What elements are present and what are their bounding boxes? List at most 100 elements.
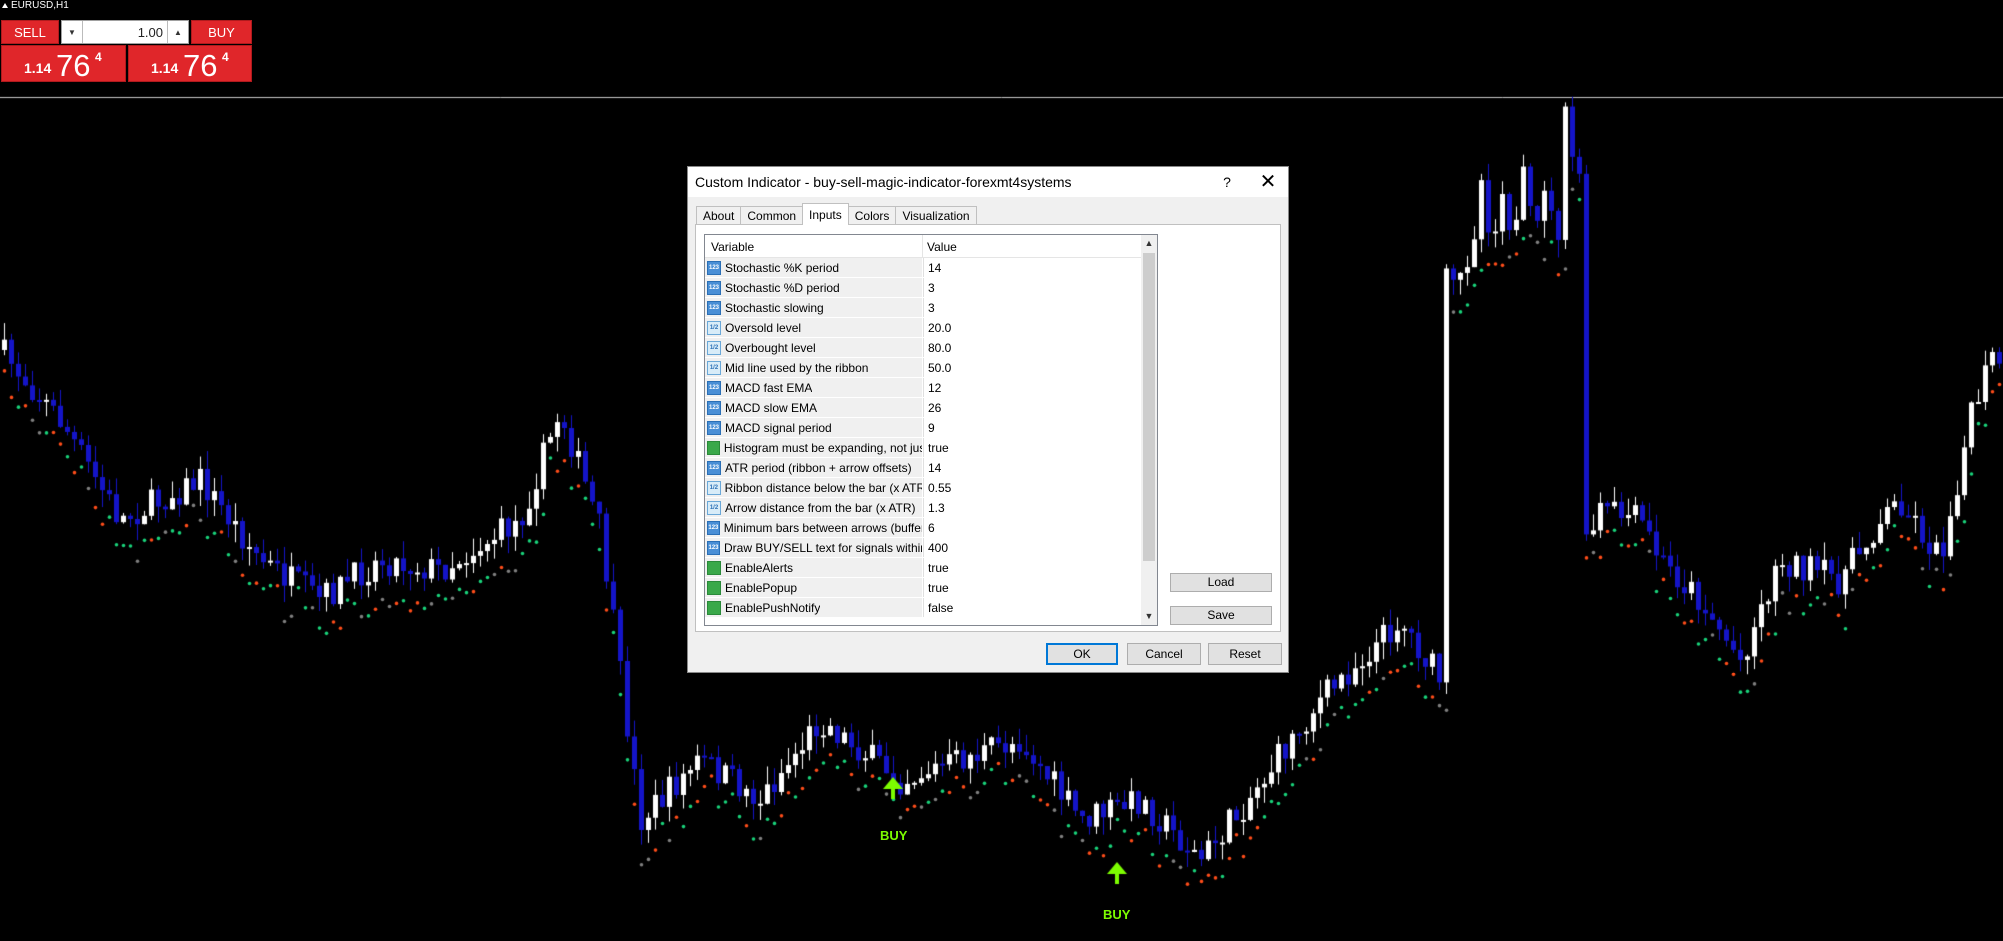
variable-cell[interactable]: EnablePopup	[705, 578, 922, 597]
variable-name: ATR period (ribbon + arrow offsets)	[725, 460, 912, 475]
bool-type-icon	[707, 580, 721, 595]
dialog-titlebar[interactable]: Custom Indicator - buy-sell-magic-indica…	[688, 167, 1288, 197]
value-cell[interactable]: 0.55	[923, 478, 1141, 497]
value-cell[interactable]: 400	[923, 538, 1141, 557]
buy-price-prefix: 1.14	[151, 60, 179, 76]
table-row[interactable]: 123 ATR period (ribbon + arrow offsets) 14	[705, 458, 1141, 478]
value-cell[interactable]: 3	[923, 278, 1141, 297]
table-row[interactable]: 1/2 Arrow distance from the bar (x ATR) 1.…	[705, 498, 1141, 518]
variable-name: EnablePushNotify	[725, 600, 821, 615]
variable-cell[interactable]: 1/2 Mid line used by the ribbon	[705, 358, 922, 377]
value-cell[interactable]: 80.0	[923, 338, 1141, 357]
grid-header: Variable Value	[705, 235, 1141, 258]
table-row[interactable]: Histogram must be expanding, not just ..…	[705, 438, 1141, 458]
variable-cell[interactable]: 123 ATR period (ribbon + arrow offsets)	[705, 458, 922, 477]
variable-name: Overbought level	[725, 340, 816, 355]
bool-type-icon	[707, 600, 721, 615]
value-cell[interactable]: 14	[923, 458, 1141, 477]
sell-button[interactable]: SELL	[1, 20, 59, 44]
variable-cell[interactable]: Histogram must be expanding, not just ..…	[705, 438, 922, 457]
value-cell[interactable]: 1.3	[923, 498, 1141, 517]
table-row[interactable]: 123 Stochastic %D period 3	[705, 278, 1141, 298]
scroll-up-icon[interactable]: ▲	[1141, 235, 1157, 252]
variable-cell[interactable]: 1/2 Oversold level	[705, 318, 922, 337]
reset-button[interactable]: Reset	[1208, 643, 1282, 665]
table-row[interactable]: 123Minimum bars between arrows (buffer-s…	[705, 518, 1141, 538]
value-cell[interactable]: false	[923, 598, 1141, 617]
double-type-icon: 1/2	[707, 360, 721, 375]
variable-cell[interactable]: 1/2 Ribbon distance below the bar (x ATR)	[705, 478, 922, 497]
ok-button[interactable]: OK	[1046, 643, 1118, 665]
tab-about[interactable]: About	[696, 206, 742, 225]
variable-cell[interactable]: 1/2 Arrow distance from the bar (x ATR)	[705, 498, 922, 517]
variable-name: MACD slow EMA	[725, 400, 818, 415]
table-row[interactable]: 1/2 Oversold level 20.0	[705, 318, 1141, 338]
save-button[interactable]: Save	[1170, 606, 1272, 625]
variable-cell[interactable]: EnablePushNotify	[705, 598, 922, 617]
value-cell[interactable]: 9	[923, 418, 1141, 437]
help-button[interactable]: ?	[1217, 172, 1237, 192]
table-row[interactable]: EnableAlerts true	[705, 558, 1141, 578]
custom-indicator-dialog: Custom Indicator - buy-sell-magic-indica…	[687, 166, 1289, 673]
variable-cell[interactable]: 123 Stochastic %K period	[705, 258, 922, 277]
tab-strip: About Common Inputs Colors Visualization	[696, 203, 977, 225]
value-cell[interactable]: true	[923, 578, 1141, 597]
value-cell[interactable]: 6	[923, 518, 1141, 537]
value-cell[interactable]: 50.0	[923, 358, 1141, 377]
sell-price-box[interactable]: 1.14 76 4	[1, 45, 126, 83]
value-cell[interactable]: 12	[923, 378, 1141, 397]
table-row[interactable]: EnablePopup true	[705, 578, 1141, 598]
scroll-thumb[interactable]	[1143, 253, 1155, 561]
tab-visualization[interactable]: Visualization	[895, 206, 977, 225]
value-cell[interactable]: 26	[923, 398, 1141, 417]
variable-cell[interactable]: EnableAlerts	[705, 558, 922, 577]
variable-cell[interactable]: 123 Stochastic slowing	[705, 298, 922, 317]
tab-common[interactable]: Common	[740, 206, 804, 225]
lot-size-stepper[interactable]: ▼ 1.00 ▲	[61, 20, 189, 44]
value-cell[interactable]: 20.0	[923, 318, 1141, 337]
table-row[interactable]: 123 MACD signal period 9	[705, 418, 1141, 438]
variable-cell[interactable]: 123Minimum bars between arrows (buffer-s…	[705, 518, 922, 537]
vertical-scrollbar[interactable]: ▲ ▼	[1141, 235, 1157, 625]
close-icon[interactable]: ✕	[1256, 170, 1280, 194]
int-type-icon: 123	[707, 540, 720, 555]
variable-name: Mid line used by the ribbon	[725, 360, 869, 375]
variable-cell[interactable]: 123 Stochastic %D period	[705, 278, 922, 297]
variable-cell[interactable]: 123 MACD slow EMA	[705, 398, 922, 417]
lot-decrease-icon[interactable]: ▼	[62, 21, 83, 43]
variable-name: Stochastic %K period	[725, 260, 840, 275]
buy-price-box[interactable]: 1.14 76 4	[128, 45, 252, 83]
table-row[interactable]: 1/2 Ribbon distance below the bar (x ATR)…	[705, 478, 1141, 498]
table-row[interactable]: 123 Stochastic slowing 3	[705, 298, 1141, 318]
table-row[interactable]: 1/2 Overbought level 80.0	[705, 338, 1141, 358]
table-row[interactable]: 123 Stochastic %K period 14	[705, 258, 1141, 278]
scroll-down-icon[interactable]: ▼	[1141, 608, 1157, 625]
variable-cell[interactable]: 123 Draw BUY/SELL text for signals within…	[705, 538, 922, 557]
buy-price-fraction: 4	[222, 50, 229, 64]
grid-rows: 123 Stochastic %K period 14 123 Stochastic %…	[705, 258, 1141, 618]
lot-increase-icon[interactable]: ▲	[167, 21, 188, 43]
table-row[interactable]: 123 Draw BUY/SELL text for signals within…	[705, 538, 1141, 558]
value-cell[interactable]: 14	[923, 258, 1141, 277]
value-cell[interactable]: 3	[923, 298, 1141, 317]
table-row[interactable]: 123 MACD fast EMA 12	[705, 378, 1141, 398]
variable-cell[interactable]: 123 MACD signal period	[705, 418, 922, 437]
buy-button[interactable]: BUY	[191, 20, 252, 44]
column-header-value[interactable]: Value	[927, 240, 957, 254]
tab-colors[interactable]: Colors	[847, 206, 897, 225]
variable-cell[interactable]: 1/2 Overbought level	[705, 338, 922, 357]
sell-price-pips: 76	[56, 48, 91, 83]
table-row[interactable]: EnablePushNotify false	[705, 598, 1141, 618]
variable-cell[interactable]: 123 MACD fast EMA	[705, 378, 922, 397]
load-button[interactable]: Load	[1170, 573, 1272, 592]
table-row[interactable]: 1/2 Mid line used by the ribbon 50.0	[705, 358, 1141, 378]
tab-inputs[interactable]: Inputs	[802, 203, 849, 225]
table-row[interactable]: 123 MACD slow EMA 26	[705, 398, 1141, 418]
column-header-variable[interactable]: Variable	[711, 240, 754, 254]
value-cell[interactable]: true	[923, 438, 1141, 457]
cancel-button[interactable]: Cancel	[1127, 643, 1201, 665]
column-divider[interactable]	[922, 235, 923, 257]
int-type-icon: 123	[707, 400, 721, 415]
value-cell[interactable]: true	[923, 558, 1141, 577]
lot-size-value[interactable]: 1.00	[83, 25, 167, 40]
